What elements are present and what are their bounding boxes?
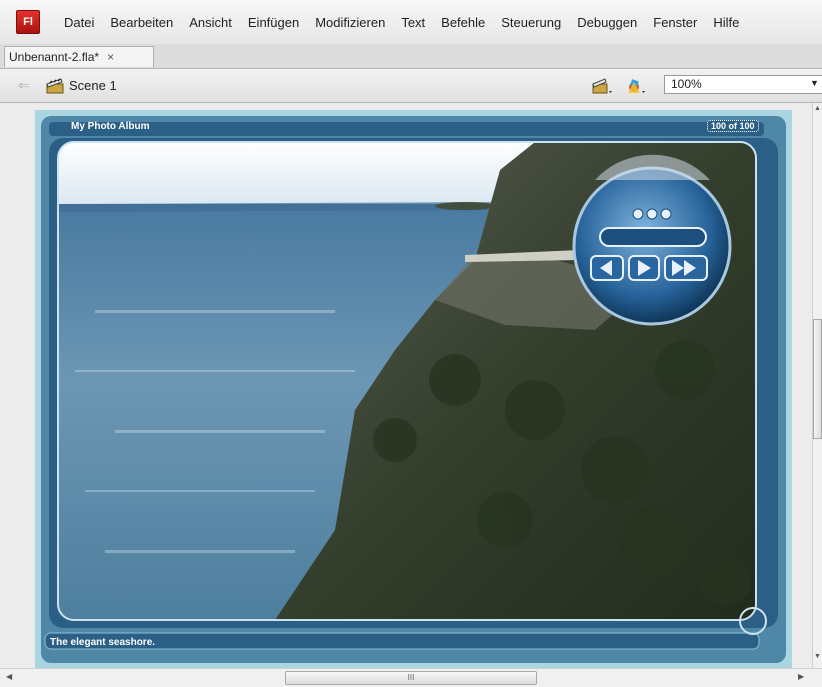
document-tab[interactable]: Unbenannt-2.fla* × [4,46,154,67]
flash-app-icon: Fl [16,10,40,34]
album-title: My Photo Album [71,121,150,132]
scroll-right-icon[interactable]: ▶ [798,672,804,681]
document-tab-title: Unbenannt-2.fla* [9,50,100,64]
menu-modifizieren[interactable]: Modifizieren [307,15,393,30]
menu-datei[interactable]: Datei [56,15,102,30]
photo-album-artwork [41,116,786,663]
document-tab-bar: Unbenannt-2.fla* × [0,44,822,69]
zoom-dropdown[interactable]: 100% [664,75,822,94]
menu-ansicht[interactable]: Ansicht [181,15,240,30]
back-arrow-icon[interactable]: ⇐ [18,77,30,94]
scroll-down-icon[interactable]: ▼ [814,653,821,660]
edit-scene-icon[interactable] [592,77,614,95]
app-logo-text: Fl [23,16,33,28]
clapperboard-icon [46,78,64,94]
menu-steuerung[interactable]: Steuerung [493,15,569,30]
vertical-scroll-thumb[interactable] [813,319,822,439]
edit-bar: ⇐ Scene 1 100% ▼ [0,69,822,103]
menu-bar: Fl Datei Bearbeiten Ansicht Einfügen Mod… [0,0,822,44]
stage[interactable]: My Photo Album 100 of 100 The elegant se… [35,110,792,668]
menu-einfuegen[interactable]: Einfügen [240,15,307,30]
photo-caption: The elegant seashore. [50,637,156,648]
scroll-left-icon[interactable]: ◀ [6,672,12,681]
edit-symbol-icon[interactable] [625,77,647,95]
work-area[interactable]: My Photo Album 100 of 100 The elegant se… [0,103,812,668]
horizontal-scroll-thumb[interactable]: III [285,671,537,685]
scene-label[interactable]: Scene 1 [69,78,117,93]
menu-hilfe[interactable]: Hilfe [705,15,747,30]
menu-bearbeiten[interactable]: Bearbeiten [102,15,181,30]
chevron-down-icon[interactable]: ▼ [810,78,819,88]
menu-befehle[interactable]: Befehle [433,15,493,30]
close-tab-icon[interactable]: × [107,50,114,64]
horizontal-scrollbar[interactable]: ◀ III ▶ [0,668,822,687]
vertical-scrollbar[interactable]: ▲ ▼ [812,103,822,668]
menu-text[interactable]: Text [393,15,433,30]
photo-counter: 100 of 100 [707,120,759,132]
scroll-up-icon[interactable]: ▲ [814,105,821,112]
menu-fenster[interactable]: Fenster [645,15,705,30]
menu-debuggen[interactable]: Debuggen [569,15,645,30]
